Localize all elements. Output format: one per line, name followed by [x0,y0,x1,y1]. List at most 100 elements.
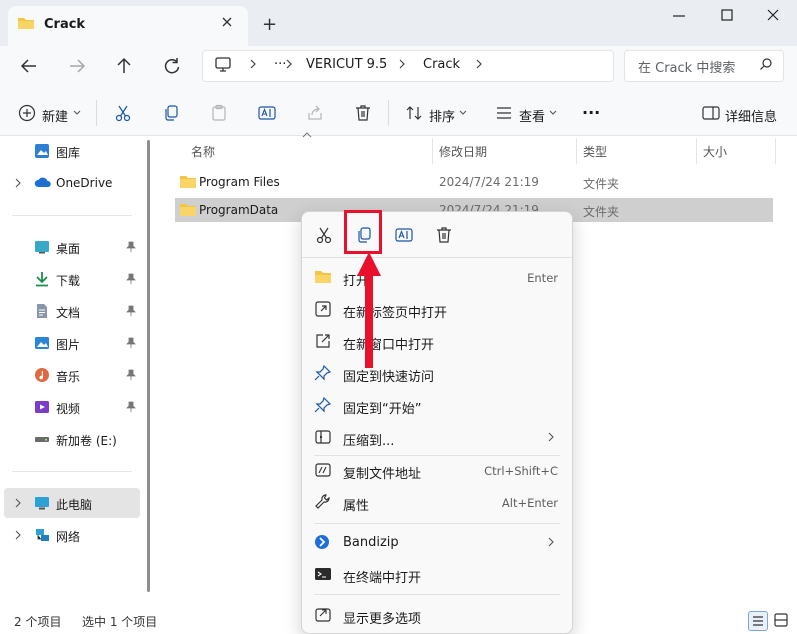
file-name: ProgramData [199,203,279,217]
computer-icon [34,495,50,511]
minimize-button[interactable] [668,8,690,24]
delete-icon[interactable] [354,104,372,122]
search-icon[interactable] [759,57,773,71]
sidebar-item-downloads[interactable]: 下载 [0,264,142,294]
menu-item-label: 显示更多选项 [343,612,422,627]
forward-button[interactable] [64,54,90,78]
sidebar-item-documents[interactable]: 文档 [0,296,142,326]
annotation-arrow-icon [356,250,382,370]
sidebar-item-label: OneDrive [56,176,113,190]
picture-icon [34,335,50,351]
column-header-size[interactable]: 大小 [703,143,727,160]
tab-title: Crack [44,17,86,32]
refresh-button[interactable] [159,54,185,78]
menu-item-open-new-tab[interactable]: 在新标签页中打开 [302,293,572,325]
menu-delete-button[interactable] [430,222,458,248]
chevron-right-icon[interactable] [13,178,23,188]
new-tab-button[interactable]: + [262,14,277,35]
menu-item-show-more[interactable]: 显示更多选项 [302,599,572,631]
chevron-down-icon [548,109,558,117]
details-button[interactable]: 详细信息 [725,106,777,125]
sidebar-item-drive-e[interactable]: 新加卷 (E:) [0,424,142,454]
chevron-down-icon [458,109,468,117]
menu-item-label: Bandizip [343,535,399,550]
sort-button[interactable]: 排序 [429,106,455,125]
music-icon [34,367,50,383]
maximize-button[interactable] [716,8,738,24]
breadcrumb-crack[interactable]: Crack [423,57,460,72]
menu-item-copy-path[interactable]: 复制文件地址 Ctrl+Shift+C [302,454,572,486]
rename-icon[interactable] [258,104,276,122]
file-type: 文件夹 [583,177,620,191]
back-button[interactable] [16,54,42,78]
sidebar-item-videos[interactable]: 视频 [0,392,142,422]
sidebar-item-music[interactable]: 音乐 [0,360,142,390]
menu-item-open[interactable]: 打开 Enter [302,261,572,293]
column-divider[interactable] [696,138,697,164]
sidebar-item-label: 新加卷 (E:) [56,434,117,448]
new-tab-icon [314,301,332,317]
column-divider[interactable] [775,138,776,164]
column-divider[interactable] [576,138,577,164]
copy-icon[interactable] [162,104,180,122]
menu-item-pin-quick-access[interactable]: 固定到快速访问 [302,357,572,389]
bandizip-icon [314,534,332,550]
cut-icon[interactable] [114,104,132,122]
column-header-date[interactable]: 修改日期 [439,143,487,160]
table-row[interactable]: Program Files 2024/7/24 21:19 文件夹 [175,170,773,194]
column-header-type[interactable]: 类型 [583,143,607,160]
menu-item-label: 固定到“开始” [343,402,422,417]
menu-item-compress[interactable]: 压缩到... [302,421,572,453]
chevron-right-icon [247,58,259,70]
drive-icon [34,431,50,447]
menu-item-properties[interactable]: 属性 Alt+Enter [302,486,572,518]
sidebar-item-label: 音乐 [56,370,81,384]
sidebar-item-desktop[interactable]: 桌面 [0,232,142,262]
menu-item-open-terminal[interactable]: 在终端中打开 [302,558,572,590]
breadcrumb-vericut[interactable]: VERICUT 9.5 [306,57,387,72]
sidebar-item-this-pc[interactable]: 此电脑 [4,488,140,518]
search-placeholder: 在 Crack 中搜索 [638,61,736,76]
sidebar-item-pictures[interactable]: 图片 [0,328,142,358]
zip-icon [314,429,332,445]
menu-item-bandizip[interactable]: Bandizip [302,526,572,558]
toolbar-divider [96,100,97,126]
details-view-button[interactable] [748,611,768,631]
sidebar-item-label: 下载 [56,274,81,288]
new-button[interactable]: 新建 [42,106,68,125]
view-button[interactable]: 查看 [519,106,545,125]
address-bar[interactable] [202,50,614,82]
sort-icon [405,104,423,122]
sidebar-item-gallery[interactable]: 图库 [0,136,142,166]
column-header-name[interactable]: 名称 [191,143,215,160]
share-icon[interactable] [306,104,324,122]
menu-divider [314,594,560,595]
close-window-button[interactable] [762,8,784,24]
chevron-right-icon [396,58,408,70]
pin-icon [314,365,332,381]
chevron-down-icon [72,109,82,117]
sidebar-item-label: 文档 [56,306,81,320]
up-button[interactable] [111,54,137,78]
menu-item-shortcut: Alt+Enter [501,496,558,510]
chevron-right-icon[interactable] [13,530,23,540]
chevron-right-icon [283,58,295,70]
chevron-right-icon[interactable] [13,498,23,508]
delete-icon [435,226,453,244]
tiles-view-button[interactable] [772,611,792,631]
desktop-icon [34,239,50,255]
column-divider[interactable] [432,138,433,164]
menu-rename-button[interactable] [390,222,418,248]
sidebar-item-onedrive[interactable]: OneDrive [0,168,142,198]
menu-item-pin-start[interactable]: 固定到“开始” [302,389,572,421]
computer-icon [214,56,232,74]
more-button[interactable]: ··· [582,103,600,122]
sidebar-scrollbar[interactable] [147,140,150,592]
menu-cut-button[interactable] [310,222,338,248]
annotation-highlight-box [344,210,382,254]
sidebar-item-network[interactable]: 网络 [0,520,142,550]
tab-close-icon[interactable] [220,15,234,29]
paste-icon[interactable] [210,104,228,122]
chevron-right-icon [473,58,485,70]
menu-item-open-new-window[interactable]: 在新窗口中打开 [302,325,572,357]
